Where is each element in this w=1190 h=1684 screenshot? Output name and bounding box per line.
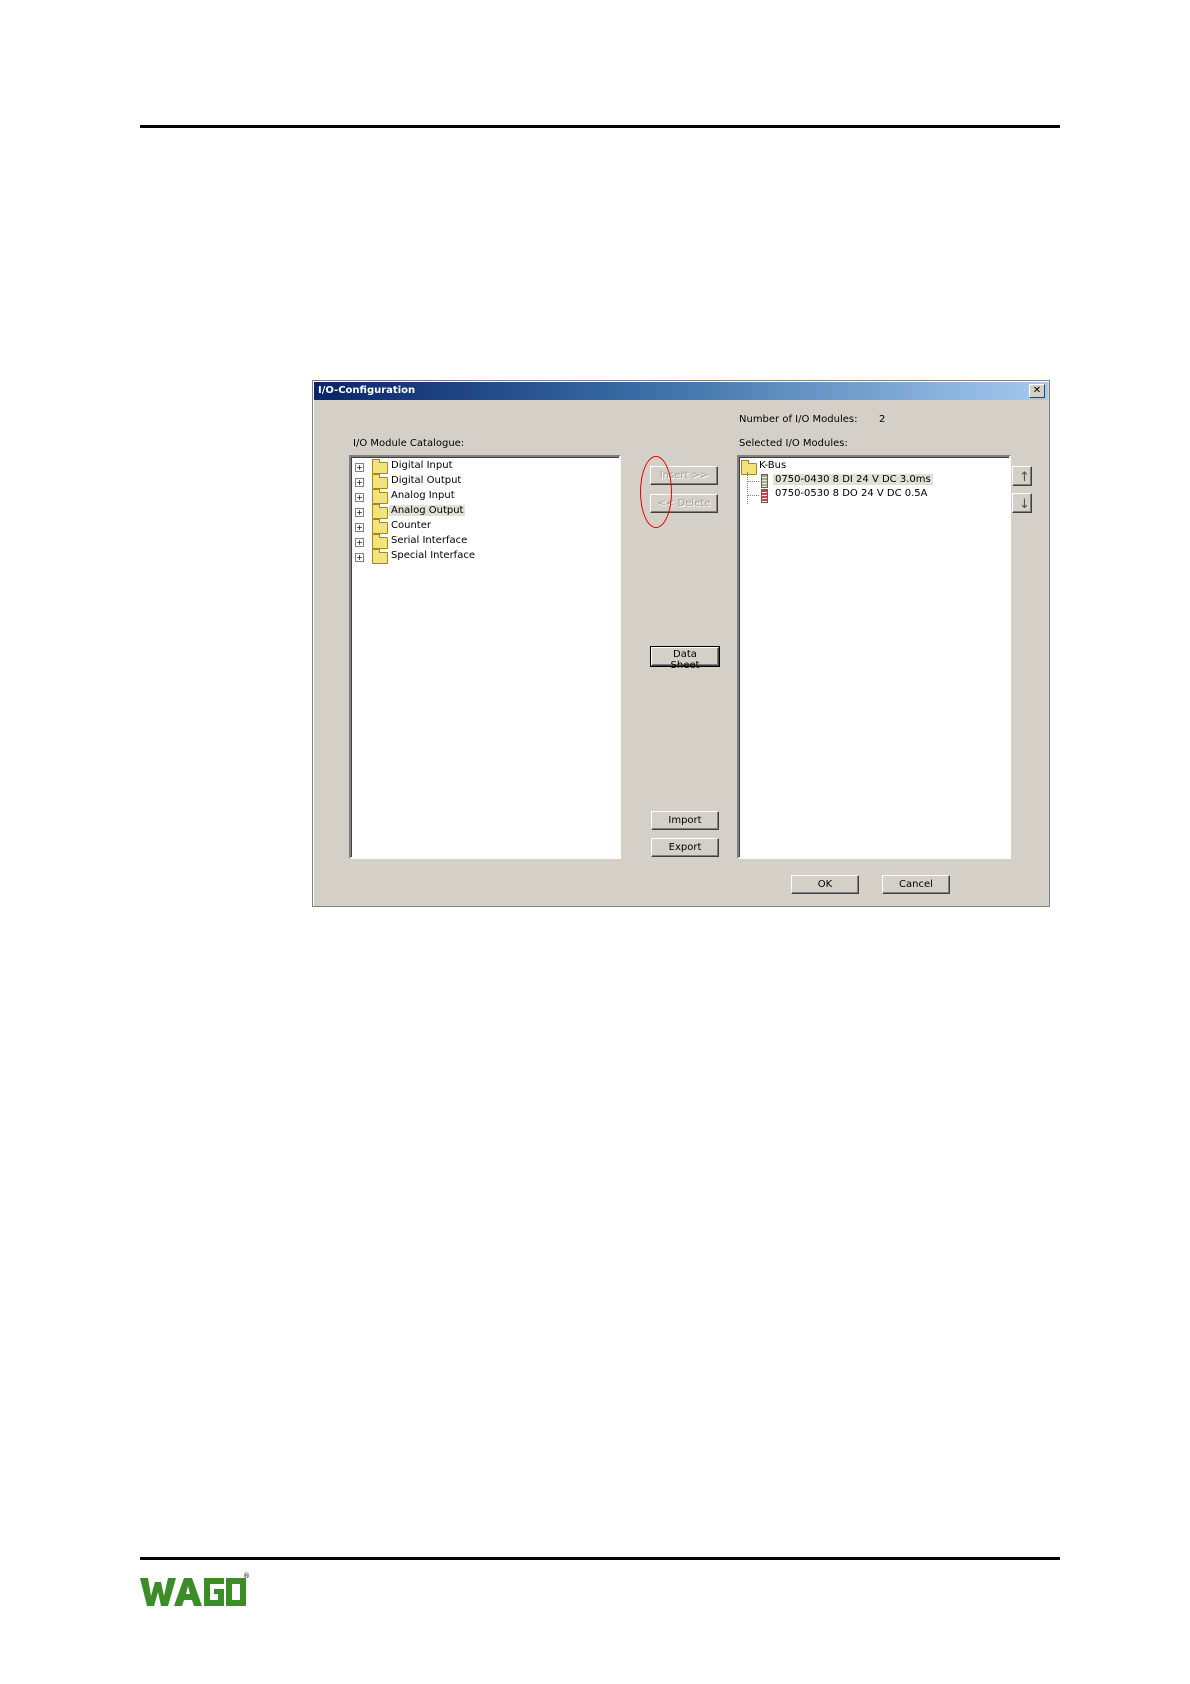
- wago-logo-graphic: ®: [140, 1572, 250, 1606]
- module-count-label: Number of I/O Modules:: [739, 414, 858, 425]
- tree-item-special-interface[interactable]: + Special Interface: [355, 549, 605, 564]
- close-icon: ✕: [1032, 385, 1042, 396]
- title-bar: I/O-Configuration ✕: [314, 382, 1048, 400]
- catalogue-label: I/O Module Catalogue:: [353, 438, 465, 449]
- io-configuration-dialog: I/O-Configuration ✕ Number of I/O Module…: [312, 380, 1050, 907]
- tree-connector: [747, 481, 759, 482]
- tree-connector: [747, 472, 748, 504]
- input-module-icon: [761, 474, 768, 488]
- tree-item-k-bus[interactable]: K-Bus: [741, 460, 901, 475]
- module-count-value: 2: [879, 414, 886, 425]
- tree-item-module-0750-0430[interactable]: 0750-0430 8 DI 24 V DC 3.0ms: [761, 474, 991, 488]
- arrow-up-icon: ↑: [1019, 470, 1030, 485]
- tree-item-module-0750-0530[interactable]: 0750-0530 8 DO 24 V DC 0.5A: [761, 488, 991, 503]
- ok-button[interactable]: OK: [791, 875, 859, 894]
- expand-icon[interactable]: +: [355, 493, 364, 502]
- highlight-ellipse: [640, 456, 672, 528]
- tree-item-serial-interface[interactable]: + Serial Interface: [355, 534, 605, 549]
- tree-item-label: Serial Interface: [391, 535, 468, 546]
- tree-item-label: 0750-0430 8 DI 24 V DC 3.0ms: [773, 474, 933, 485]
- move-up-button[interactable]: ↑: [1012, 466, 1032, 486]
- tree-item-digital-input[interactable]: + Digital Input: [355, 459, 605, 474]
- folder-icon: [372, 519, 388, 534]
- tree-item-label: Counter: [391, 520, 431, 531]
- folder-icon: [372, 474, 388, 489]
- wago-logo: ®: [140, 1572, 250, 1612]
- import-button[interactable]: Import: [651, 811, 719, 830]
- expand-icon[interactable]: +: [355, 538, 364, 547]
- tree-item-label: 0750-0530 8 DO 24 V DC 0.5A: [775, 488, 928, 499]
- dialog-title: I/O-Configuration: [318, 385, 416, 396]
- expand-icon[interactable]: +: [355, 553, 364, 562]
- folder-icon: [372, 504, 388, 519]
- cancel-button[interactable]: Cancel: [882, 875, 950, 894]
- move-down-button[interactable]: ↓: [1012, 493, 1032, 513]
- selected-modules-label: Selected I/O Modules:: [739, 438, 848, 449]
- folder-icon: [372, 549, 388, 564]
- output-module-icon: [761, 489, 768, 503]
- footer-rule: [140, 1557, 1060, 1560]
- tree-item-analog-output[interactable]: + Analog Output: [355, 504, 605, 519]
- selected-modules-tree[interactable]: K-Bus 0750-0430 8 DI 24 V DC 3.0ms 0750-…: [737, 455, 1011, 859]
- folder-icon: [372, 534, 388, 549]
- expand-icon[interactable]: +: [355, 523, 364, 532]
- tree-item-label: Digital Input: [391, 460, 453, 471]
- tree-connector: [747, 495, 759, 496]
- tree-item-digital-output[interactable]: + Digital Output: [355, 474, 605, 489]
- tree-item-counter[interactable]: + Counter: [355, 519, 605, 534]
- tree-item-label: K-Bus: [759, 460, 787, 471]
- data-sheet-button[interactable]: Data Sheet: [650, 646, 720, 671]
- close-button[interactable]: ✕: [1029, 384, 1045, 398]
- expand-icon[interactable]: +: [355, 478, 364, 487]
- tree-item-analog-input[interactable]: + Analog Input: [355, 489, 605, 504]
- tree-item-label: Digital Output: [391, 475, 462, 486]
- expand-icon[interactable]: +: [355, 508, 364, 517]
- svg-text:®: ®: [243, 1572, 250, 1580]
- expand-icon[interactable]: +: [355, 463, 364, 472]
- arrow-down-icon: ↓: [1019, 497, 1030, 512]
- module-catalogue-tree[interactable]: + Digital Input + Digital Output + Analo…: [349, 455, 621, 859]
- tree-item-label: Special Interface: [391, 550, 475, 561]
- folder-icon: [372, 459, 388, 474]
- tree-item-label: Analog Input: [391, 490, 455, 501]
- open-folder-icon: [741, 460, 757, 475]
- folder-icon: [372, 489, 388, 504]
- export-button[interactable]: Export: [651, 838, 719, 857]
- tree-item-label: Analog Output: [389, 505, 466, 516]
- header-rule: [140, 125, 1060, 128]
